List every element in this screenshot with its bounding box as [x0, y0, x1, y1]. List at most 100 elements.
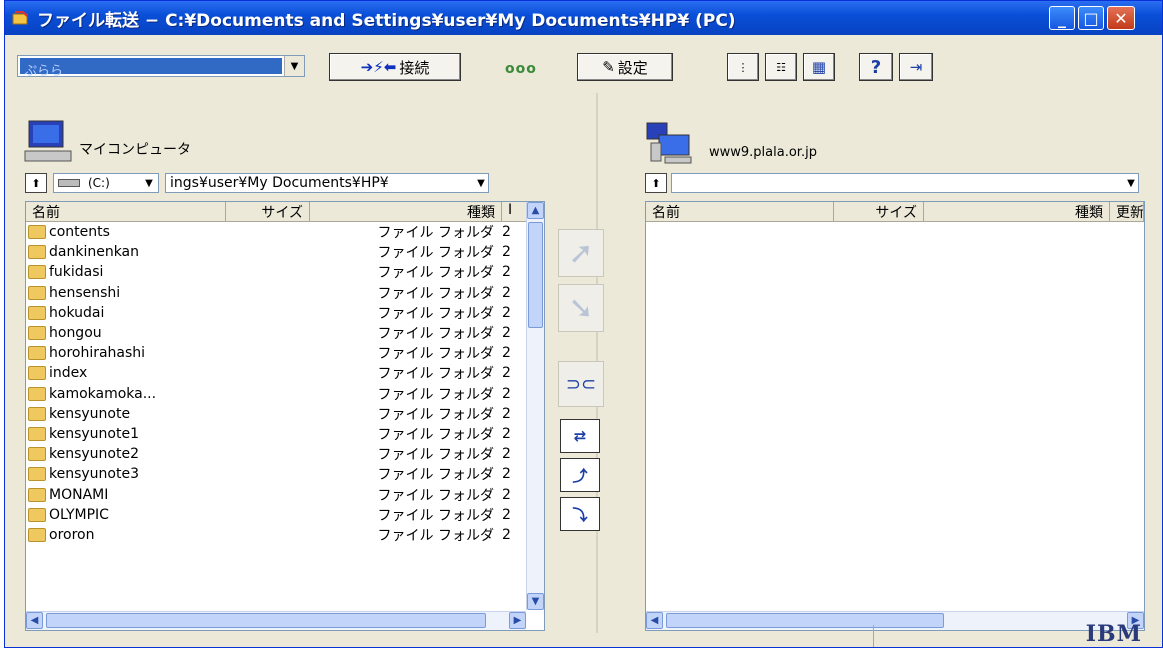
- compare-button[interactable]: ⇄: [560, 419, 600, 453]
- file-name: kensyunote2: [49, 446, 139, 463]
- file-name-cell: kensyunote1: [26, 426, 226, 442]
- table-row[interactable]: kensyunote ファイル フォルダ 2: [26, 404, 544, 424]
- mirror-download-icon: ⤵: [572, 505, 588, 524]
- close-button[interactable]: ✕: [1107, 6, 1135, 30]
- drive-select[interactable]: (C:) ▼: [53, 173, 159, 193]
- file-name: fukidasi: [49, 264, 104, 281]
- minimize-button[interactable]: _: [1049, 6, 1075, 30]
- edit-icon: ✎: [602, 58, 615, 76]
- upload-button[interactable]: ➚: [558, 229, 604, 277]
- table-row[interactable]: horohirahashi ファイル フォルダ 2: [26, 343, 544, 363]
- app-icon: [12, 11, 28, 25]
- col-date[interactable]: 更新: [1110, 202, 1144, 221]
- table-row[interactable]: kensyunote1 ファイル フォルダ 2: [26, 424, 544, 444]
- chevron-down-icon: ▼: [1127, 177, 1135, 189]
- file-name: kensyunote: [49, 405, 131, 422]
- mirror-download-button[interactable]: ⤵: [560, 497, 600, 531]
- file-name-cell: OLYMPIC: [26, 507, 226, 523]
- status-dots-icon: ooo: [505, 61, 537, 77]
- table-row[interactable]: fukidasi ファイル フォルダ 2: [26, 262, 544, 282]
- file-name: OLYMPIC: [49, 506, 109, 523]
- help-button[interactable]: ?: [859, 53, 893, 81]
- remote-file-list[interactable]: 名前 サイズ 種類 更新 ◀ ▶: [645, 201, 1145, 631]
- col-size[interactable]: サイズ: [834, 202, 924, 221]
- table-row[interactable]: hensenshi ファイル フォルダ 2: [26, 283, 544, 303]
- folder-icon: [28, 386, 46, 401]
- table-row[interactable]: kensyunote3 ファイル フォルダ 2: [26, 464, 544, 484]
- left-path-value: ings¥user¥My Documents¥HP¥: [170, 175, 389, 191]
- file-name: hensenshi: [49, 284, 121, 301]
- right-path-select[interactable]: ▼: [671, 173, 1139, 193]
- local-vscroll-thumb[interactable]: [528, 222, 543, 328]
- table-row[interactable]: MONAMI ファイル フォルダ 2: [26, 484, 544, 504]
- sync-button[interactable]: ⊃⊂: [558, 361, 604, 407]
- table-row[interactable]: contents ファイル フォルダ 2: [26, 222, 544, 242]
- view-list-button[interactable]: ☷: [765, 53, 797, 81]
- table-row[interactable]: index ファイル フォルダ 2: [26, 363, 544, 383]
- file-type: ファイル フォルダ: [377, 406, 494, 423]
- scroll-down-icon[interactable]: ▼: [527, 593, 544, 610]
- right-up-folder-button[interactable]: ⬆: [645, 173, 667, 193]
- drive-label: (C:): [88, 176, 110, 190]
- profile-select[interactable]: ぷらら ▼: [17, 55, 305, 79]
- download-button[interactable]: ➘: [558, 284, 604, 332]
- file-type: ファイル フォルダ: [377, 285, 494, 302]
- table-row[interactable]: ororon ファイル フォルダ 2: [26, 525, 544, 545]
- file-name-cell: horohirahashi: [26, 345, 226, 361]
- mirror-upload-icon: ⤴: [572, 466, 588, 485]
- ibm-logo: IBM: [1085, 621, 1142, 647]
- local-file-list[interactable]: 名前 サイズ 種類 I contents ファイル フォルダ 2 dankinenka…: [25, 201, 545, 631]
- folder-icon: [28, 487, 46, 502]
- file-name-cell: kensyunote3: [26, 466, 226, 482]
- local-vscrollbar[interactable]: ▲ ▼: [526, 202, 544, 610]
- mirror-upload-button[interactable]: ⤴: [560, 458, 600, 492]
- col-name[interactable]: 名前: [26, 202, 226, 221]
- view-tree-button[interactable]: ⋮: [727, 53, 759, 81]
- table-row[interactable]: OLYMPIC ファイル フォルダ 2: [26, 505, 544, 525]
- close-icon: ✕: [1114, 8, 1128, 28]
- col-type[interactable]: 種類: [310, 202, 502, 221]
- toolbar: ぷらら ▼ ➔⚡⬅ 接続 ooo ✎ 設定 ⋮ ☷ ▦ ? ⇥: [5, 41, 1162, 91]
- file-type: ファイル フォルダ: [377, 245, 494, 262]
- compare-icon: ⇄: [573, 427, 587, 445]
- folder-icon: [28, 527, 46, 542]
- file-type: ファイル フォルダ: [377, 265, 494, 282]
- col-size[interactable]: サイズ: [226, 202, 310, 221]
- table-row[interactable]: dankinenkan ファイル フォルダ 2: [26, 242, 544, 262]
- remote-column-header: 名前 サイズ 種類 更新: [646, 202, 1144, 222]
- settings-button[interactable]: ✎ 設定: [577, 53, 673, 81]
- col-name[interactable]: 名前: [646, 202, 834, 221]
- col-type[interactable]: 種類: [924, 202, 1110, 221]
- left-location-label: マイコンピュータ: [79, 142, 191, 158]
- maximize-button[interactable]: □: [1078, 6, 1104, 30]
- status-bar: IBM: [5, 621, 1162, 647]
- exit-icon: ⇥: [909, 58, 923, 76]
- chevron-down-icon: ▼: [477, 177, 485, 189]
- file-name: ororon: [49, 526, 95, 543]
- file-name-cell: ororon: [26, 527, 226, 543]
- file-name-cell: hensenshi: [26, 285, 226, 301]
- table-row[interactable]: hokudai ファイル フォルダ 2: [26, 303, 544, 323]
- folder-icon: [28, 426, 46, 441]
- scroll-up-icon[interactable]: ▲: [527, 202, 544, 219]
- file-type: ファイル フォルダ: [377, 467, 494, 484]
- app-window: ファイル転送 − C:¥Documents and Settings¥user¥…: [4, 0, 1163, 648]
- left-up-folder-button[interactable]: ⬆: [25, 173, 47, 193]
- left-path-select[interactable]: ings¥user¥My Documents¥HP¥ ▼: [165, 173, 489, 193]
- connect-button[interactable]: ➔⚡⬅ 接続: [329, 53, 461, 81]
- file-type: ファイル フォルダ: [377, 346, 494, 363]
- view-details-button[interactable]: ▦: [803, 53, 835, 81]
- exit-button[interactable]: ⇥: [899, 53, 933, 81]
- table-row[interactable]: kensyunote2 ファイル フォルダ 2: [26, 444, 544, 464]
- file-name: index: [49, 365, 88, 382]
- network-server-icon: [646, 122, 692, 164]
- chevron-down-icon[interactable]: ▼: [284, 56, 304, 76]
- folder-icon: [28, 507, 46, 522]
- table-row[interactable]: kamokamoka... ファイル フォルダ 2: [26, 384, 544, 404]
- my-computer-icon: [24, 120, 72, 162]
- folder-icon: [28, 265, 46, 280]
- file-name-cell: dankinenkan: [26, 244, 226, 260]
- folder-icon: [28, 366, 46, 381]
- table-row[interactable]: hongou ファイル フォルダ 2: [26, 323, 544, 343]
- connect-label: 接続: [399, 58, 430, 77]
